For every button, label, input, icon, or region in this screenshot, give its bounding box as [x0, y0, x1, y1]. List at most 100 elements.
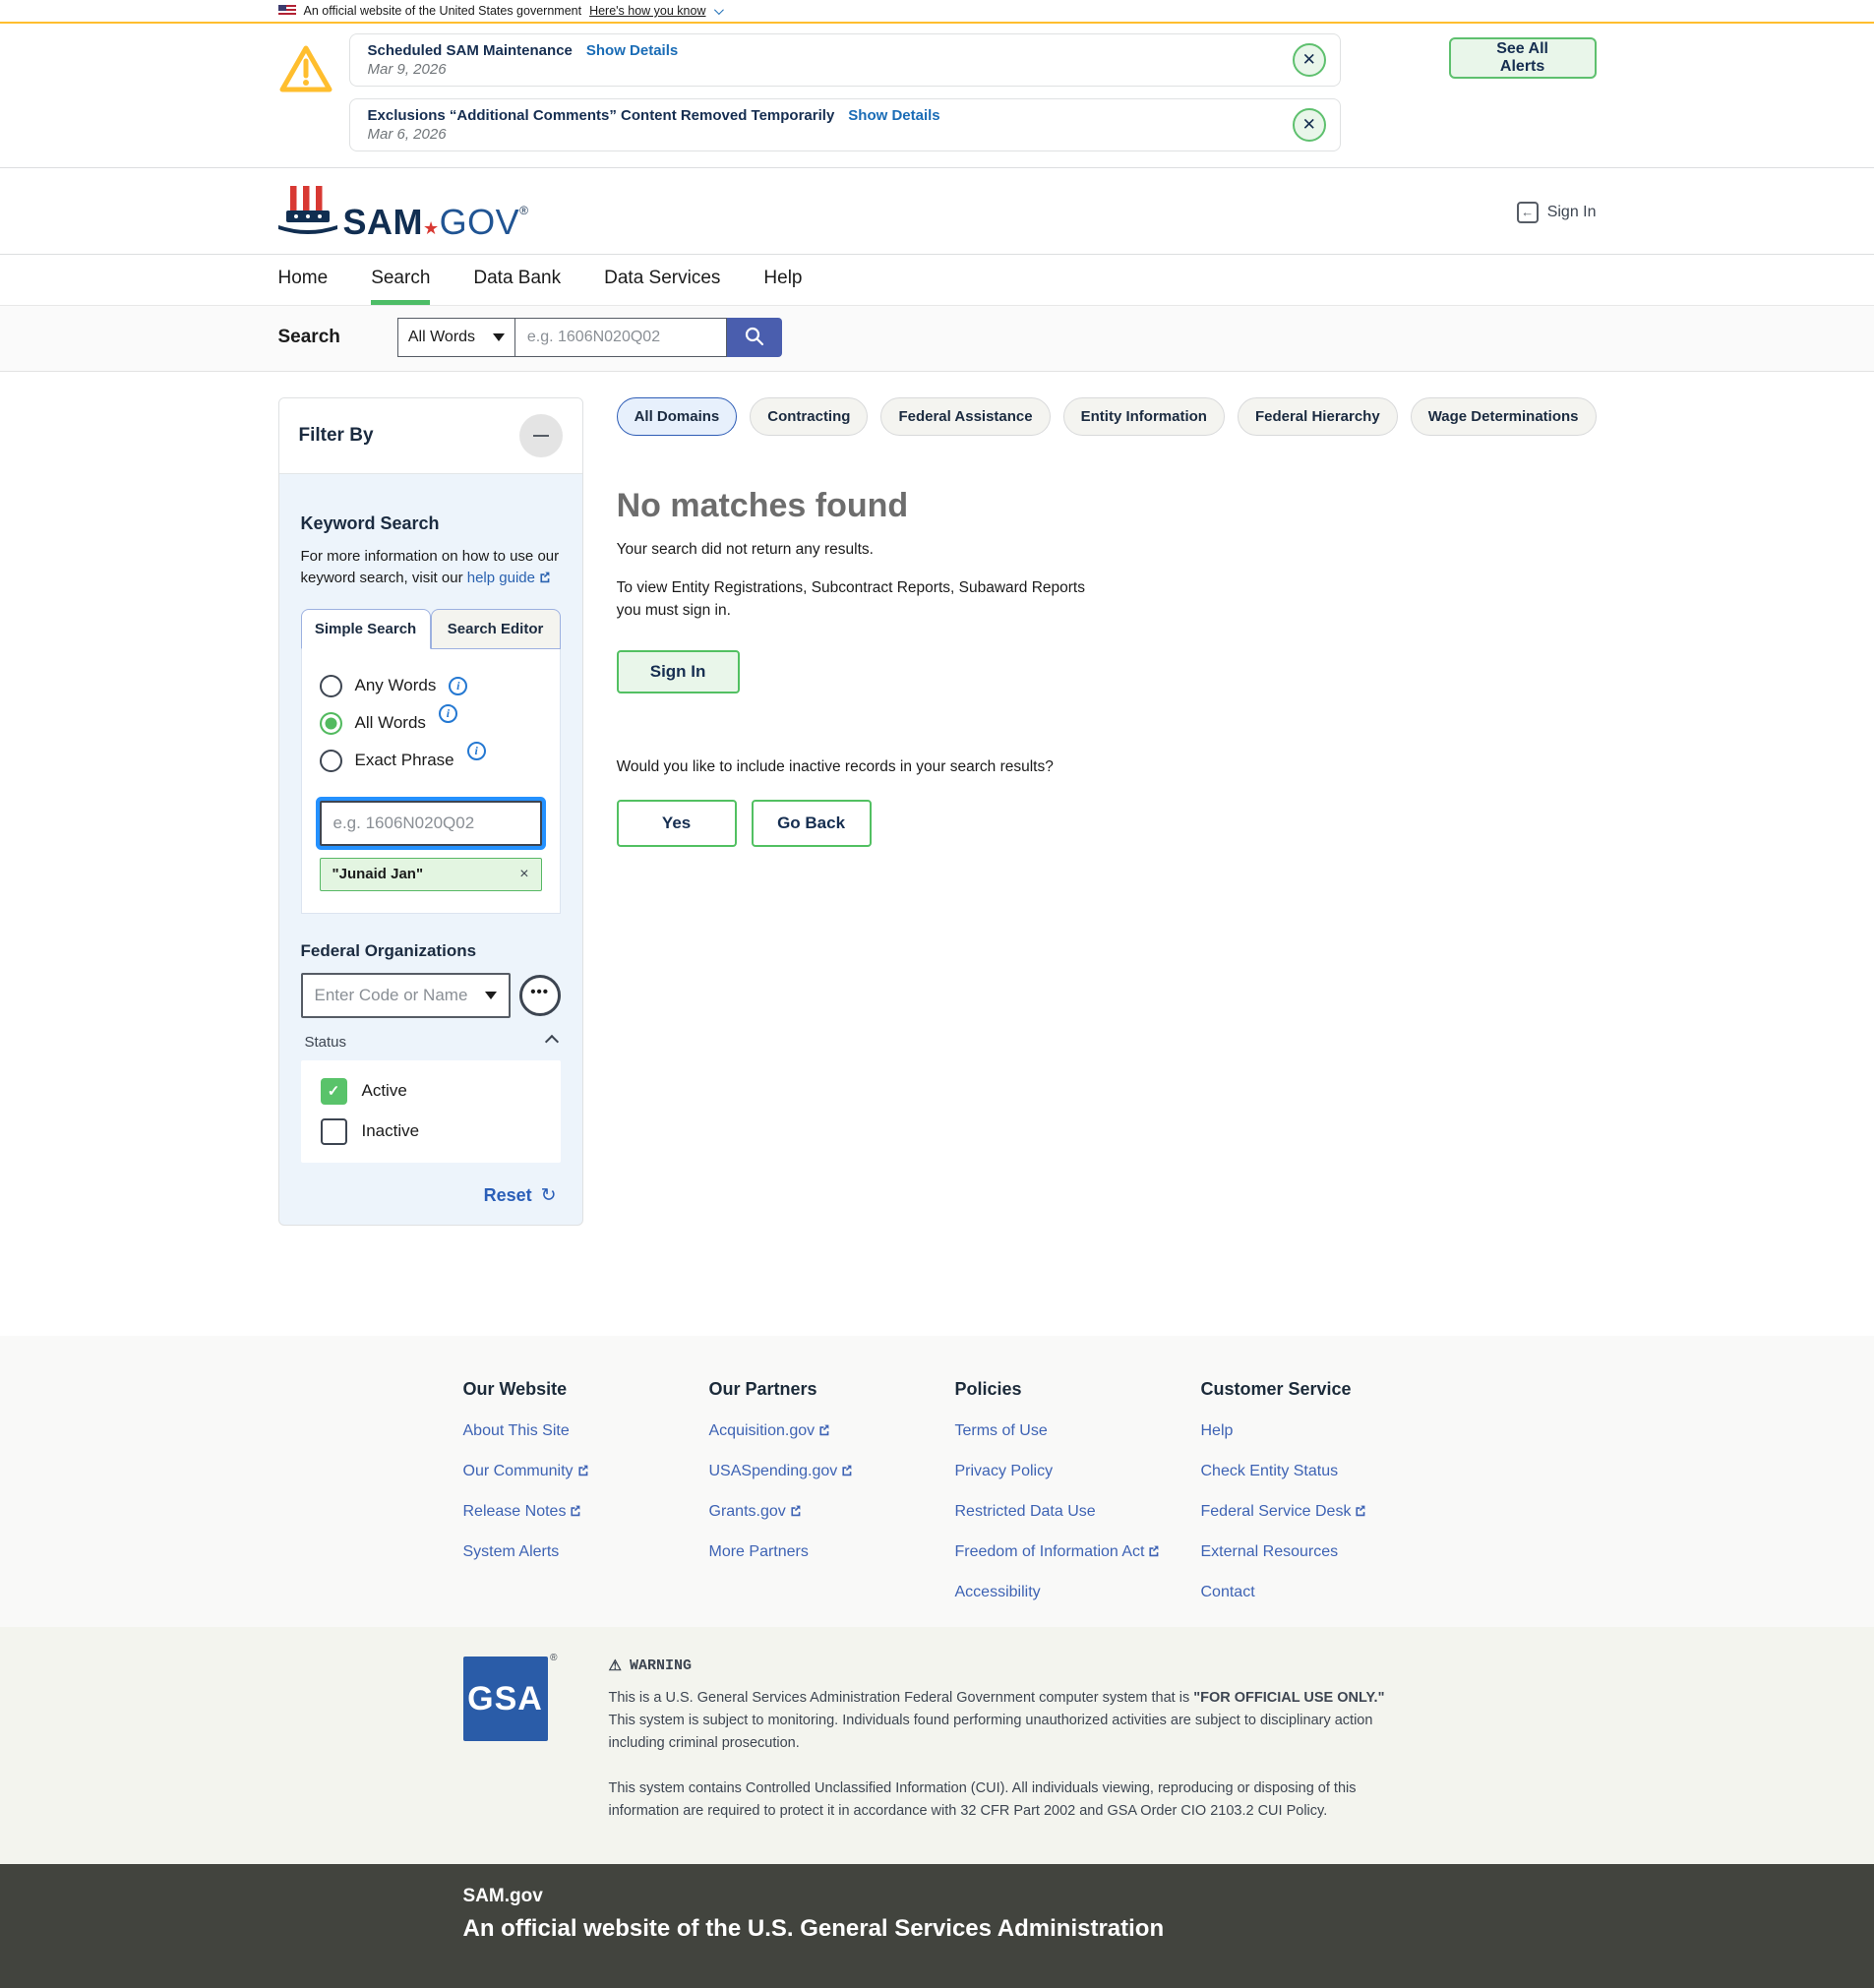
help-guide-link[interactable]: help guide [467, 570, 551, 586]
search-submit-button[interactable] [727, 318, 782, 357]
alert-date: Mar 9, 2026 [368, 61, 1271, 78]
status-section-label: Status [305, 1034, 347, 1051]
uncle-sam-hat-icon [278, 184, 337, 240]
refresh-icon[interactable]: ↻ [541, 1184, 557, 1207]
info-icon[interactable]: i [439, 704, 457, 723]
alert-date: Mar 6, 2026 [368, 126, 1271, 143]
warning-paragraph-1: This is a U.S. General Services Administ… [609, 1687, 1386, 1756]
show-details-link[interactable]: Show Details [586, 42, 678, 59]
chevron-up-icon[interactable] [545, 1035, 559, 1049]
warning-paragraph-2: This system contains Controlled Unclassi… [609, 1777, 1386, 1823]
radio-any-words[interactable]: Any Words i [320, 675, 542, 697]
filter-panel: Filter By Keyword Search For more inform… [278, 397, 583, 1226]
domain-pill-wage-determinations[interactable]: Wage Determinations [1411, 397, 1597, 436]
reset-filters-link[interactable]: Reset [484, 1185, 532, 1206]
more-options-button[interactable]: ••• [519, 975, 561, 1016]
footer-link[interactable]: About This Site [463, 1422, 709, 1440]
domain-pill-all-domains[interactable]: All Domains [617, 397, 738, 436]
info-icon[interactable]: i [449, 677, 467, 695]
gsa-warning-band: GSA ® ⚠ WARNING This is a U.S. General S… [0, 1627, 1874, 1864]
search-mode-select[interactable]: All Words [397, 318, 515, 357]
sign-in-arrow-icon: ← [1517, 202, 1539, 223]
sign-in-required-text: To view Entity Registrations, Subcontrac… [617, 576, 1109, 623]
nav-item-search[interactable]: Search [371, 268, 430, 305]
tab-search-editor[interactable]: Search Editor [431, 609, 561, 649]
domain-pill-contracting[interactable]: Contracting [750, 397, 868, 436]
footer-link[interactable]: Help [1201, 1422, 1447, 1440]
logo-text-gov: GOV [440, 202, 520, 242]
footer-link[interactable]: Federal Service Desk [1201, 1503, 1447, 1521]
footer-link[interactable]: Accessibility [955, 1584, 1201, 1601]
site-header: SAM★GOV® ← Sign In [0, 168, 1874, 254]
results-sign-in-button[interactable]: Sign In [617, 650, 740, 693]
alerts-section: Scheduled SAM Maintenance Show Details M… [0, 24, 1874, 168]
chip-remove-icon[interactable]: × [519, 866, 528, 883]
domain-pill-federal-assistance[interactable]: Federal Assistance [880, 397, 1050, 436]
us-flag-icon [278, 5, 296, 17]
footer-col-customer-service: Customer Service Help Check Entity Statu… [1201, 1379, 1447, 1601]
top-search-input[interactable] [515, 318, 727, 357]
nav-item-data-bank[interactable]: Data Bank [473, 268, 561, 305]
checkbox-inactive[interactable]: Inactive [321, 1118, 541, 1145]
federal-organizations-heading: Federal Organizations [301, 941, 561, 961]
chevron-down-icon[interactable] [713, 5, 723, 15]
footer-link[interactable]: Acquisition.gov [709, 1422, 955, 1440]
footer-link[interactable]: Restricted Data Use [955, 1503, 1201, 1521]
footer-site-title: SAM.gov [463, 1886, 1597, 1907]
magnifier-icon [744, 326, 765, 350]
footer-link[interactable]: Freedom of Information Act [955, 1543, 1201, 1561]
no-results-text: Your search did not return any results. [617, 541, 1597, 559]
footer-link[interactable]: External Resources [1201, 1543, 1447, 1561]
warning-triangle-icon [278, 33, 349, 99]
info-icon[interactable]: i [467, 742, 486, 760]
alert-close-button[interactable]: ✕ [1293, 108, 1326, 142]
sam-gov-logo[interactable]: SAM★GOV® [278, 184, 529, 240]
footer-link[interactable]: Release Notes [463, 1503, 709, 1521]
search-band-label: Search [278, 327, 340, 348]
collapse-filters-button[interactable] [519, 414, 563, 457]
sign-in-label: Sign In [1547, 204, 1597, 221]
how-you-know-link[interactable]: Here's how you know [589, 4, 705, 18]
keyword-search-heading: Keyword Search [301, 513, 561, 534]
footer-site-subtitle: An official website of the U.S. General … [463, 1915, 1597, 1943]
footer-link[interactable]: Grants.gov [709, 1503, 955, 1521]
main-content: Filter By Keyword Search For more inform… [0, 372, 1874, 1336]
radio-exact-phrase[interactable]: Exact Phrase i [320, 750, 542, 772]
footer-link[interactable]: Terms of Use [955, 1422, 1201, 1440]
yes-button[interactable]: Yes [617, 800, 737, 847]
see-all-alerts-button[interactable]: See All Alerts [1449, 37, 1597, 79]
footer-link[interactable]: More Partners [709, 1543, 955, 1561]
radio-all-words[interactable]: All Words i [320, 712, 542, 735]
gov-banner: An official website of the United States… [0, 0, 1874, 24]
nav-item-data-services[interactable]: Data Services [604, 268, 720, 305]
footer-col-our-website: Our Website About This Site Our Communit… [463, 1379, 709, 1601]
keyword-input[interactable] [320, 801, 542, 846]
external-link-icon [569, 1504, 581, 1517]
footer-link[interactable]: Our Community [463, 1463, 709, 1480]
go-back-button[interactable]: Go Back [752, 800, 872, 847]
federal-org-select[interactable]: Enter Code or Name [301, 973, 511, 1018]
footer-link[interactable]: Check Entity Status [1201, 1463, 1447, 1480]
alert-close-button[interactable]: ✕ [1293, 43, 1326, 77]
nav-item-help[interactable]: Help [763, 268, 802, 305]
caret-down-icon [493, 333, 505, 341]
domain-pill-entity-information[interactable]: Entity Information [1063, 397, 1225, 436]
footer-link[interactable]: Contact [1201, 1584, 1447, 1601]
search-results: All Domains Contracting Federal Assistan… [617, 397, 1597, 847]
show-details-link[interactable]: Show Details [848, 107, 939, 124]
footer-col-our-partners: Our Partners Acquisition.gov USASpending… [709, 1379, 955, 1601]
header-sign-in-link[interactable]: ← Sign In [1517, 202, 1597, 223]
search-band: Search All Words [0, 306, 1874, 372]
nav-item-home[interactable]: Home [278, 268, 329, 305]
status-filter-box: ✓ Active Inactive [301, 1060, 561, 1163]
tab-simple-search[interactable]: Simple Search [301, 609, 431, 649]
minus-icon [533, 435, 549, 438]
footer-link[interactable]: USASpending.gov [709, 1463, 955, 1480]
domain-pill-federal-hierarchy[interactable]: Federal Hierarchy [1238, 397, 1398, 436]
radio-circle-icon [320, 675, 342, 697]
external-link-icon [1354, 1504, 1366, 1517]
footer-link[interactable]: System Alerts [463, 1543, 709, 1561]
caret-down-icon [485, 992, 497, 999]
footer-link[interactable]: Privacy Policy [955, 1463, 1201, 1480]
checkbox-active[interactable]: ✓ Active [321, 1078, 541, 1105]
